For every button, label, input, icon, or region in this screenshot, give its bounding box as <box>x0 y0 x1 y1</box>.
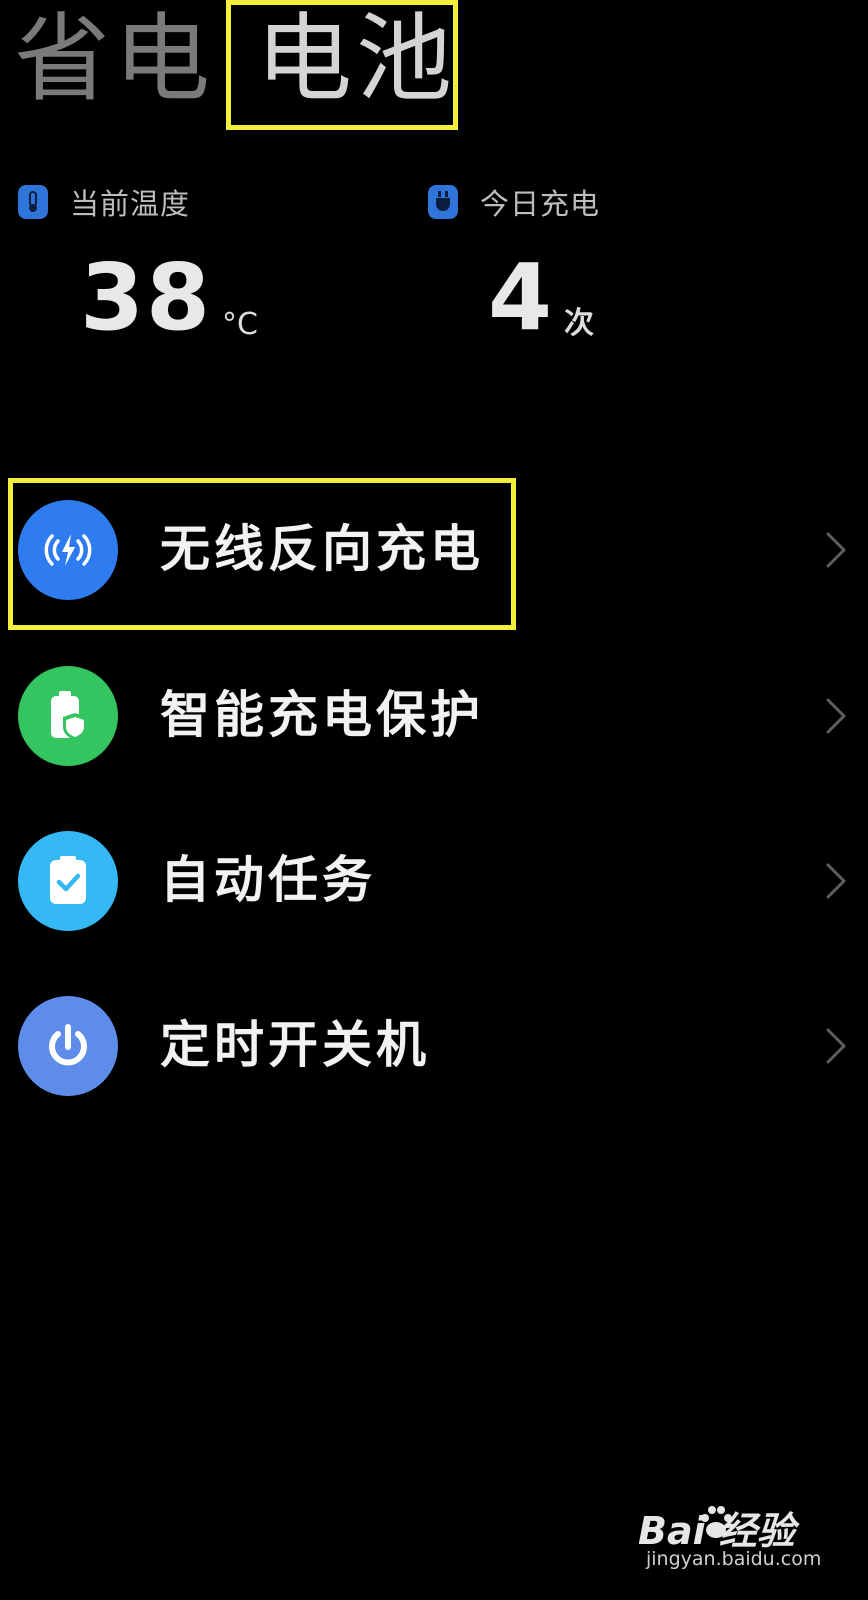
paw-icon <box>701 1506 732 1538</box>
menu-item-label: 无线反向充电 <box>160 520 484 578</box>
menu-item-smart-charging-protection[interactable]: 智能充电保护 <box>0 650 868 780</box>
temperature-value: 38 <box>80 244 213 351</box>
menu-item-scheduled-power[interactable]: 定时开关机 <box>0 980 868 1110</box>
charges-unit: 次 <box>564 306 595 341</box>
plug-icon <box>428 185 458 219</box>
tab-battery[interactable]: 电池 <box>256 4 456 114</box>
charges-label: 今日充电 <box>480 187 601 221</box>
menu-item-auto-tasks[interactable]: 自动任务 <box>0 815 868 945</box>
tab-power-saving[interactable]: 省电 <box>14 4 214 114</box>
chevron-right-icon <box>826 1028 846 1064</box>
stat-charges-today: 今日充电 4 次 <box>428 180 601 344</box>
menu-item-label: 智能充电保护 <box>160 686 484 744</box>
chevron-right-icon <box>826 532 846 568</box>
power-icon <box>18 996 118 1096</box>
temperature-label: 当前温度 <box>70 187 191 221</box>
stat-temperature: 当前温度 38 °C <box>18 180 258 344</box>
temperature-unit: °C <box>222 307 258 342</box>
chevron-right-icon <box>826 698 846 734</box>
clipboard-check-icon <box>18 831 118 931</box>
watermark-url: jingyan.baidu.com <box>646 1548 822 1570</box>
charges-value: 4 <box>488 244 555 351</box>
menu-item-label: 自动任务 <box>160 851 376 909</box>
wireless-charge-icon <box>18 500 118 600</box>
battery-shield-icon <box>18 666 118 766</box>
menu-item-label: 定时开关机 <box>160 1016 430 1074</box>
baidu-jingyan-watermark: Bai 经验 jingyan.baidu.com <box>638 1500 828 1580</box>
chevron-right-icon <box>826 863 846 899</box>
menu-item-wireless-reverse-charging[interactable]: 无线反向充电 <box>0 484 868 614</box>
thermometer-icon <box>18 185 48 219</box>
